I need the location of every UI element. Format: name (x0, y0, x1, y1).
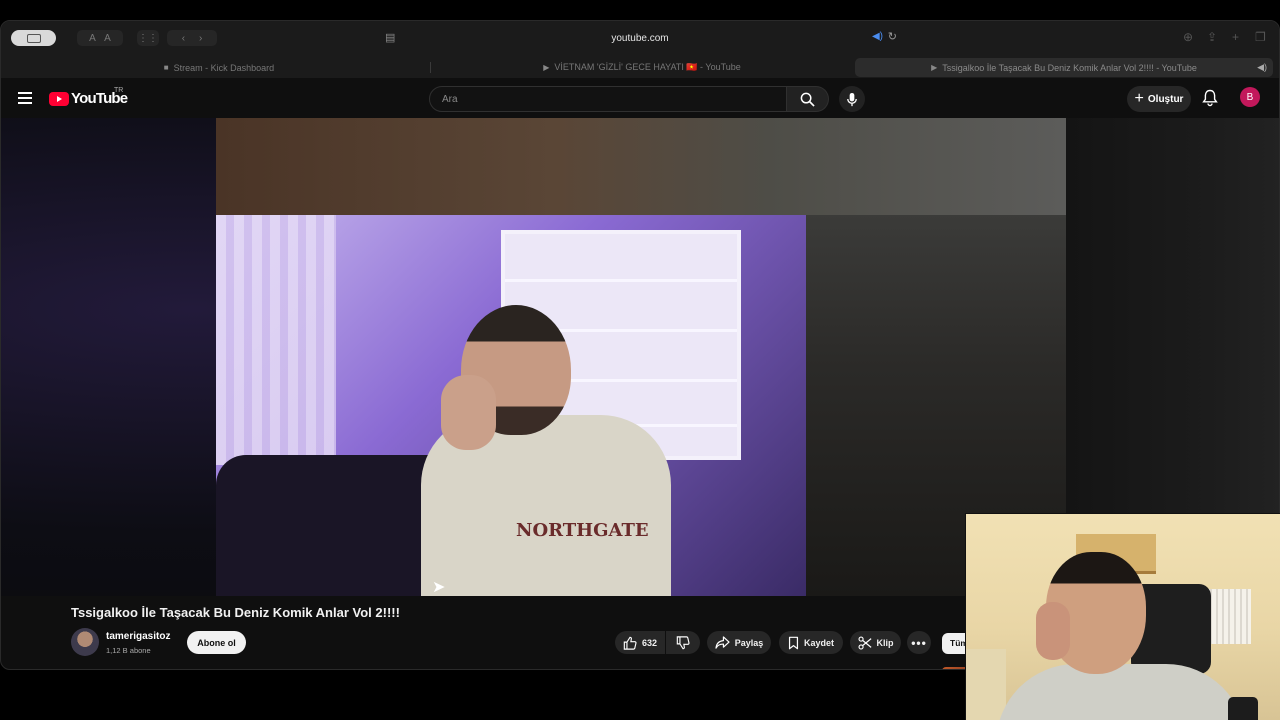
youtube-header: YouTube TR Ara + Oluştur B (1, 78, 1279, 118)
channel-avatar[interactable] (71, 628, 99, 656)
streamer-hand (1036, 602, 1070, 660)
account-avatar[interactable]: B (1240, 87, 1260, 107)
bell-icon (1202, 89, 1218, 107)
more-actions-button[interactable]: ••• (907, 631, 931, 654)
clip-button[interactable]: Klip (850, 631, 901, 654)
share-icon[interactable]: ⇪ (1207, 30, 1217, 44)
clip-label: Klip (876, 637, 894, 648)
notifications-button[interactable] (1202, 89, 1218, 112)
grid-icon: ⋮⋮ (138, 32, 158, 44)
share-label: Paylaş (734, 637, 764, 648)
scissors-icon (857, 635, 871, 650)
video-webcam-overlay: NORTHGATE tamerigasitoz (216, 215, 806, 596)
dislike-button[interactable] (666, 631, 700, 654)
sidebar-toggle-button[interactable] (11, 30, 56, 46)
channel-name[interactable]: tamerigasitoz (106, 631, 170, 642)
plus-icon: + (1134, 90, 1144, 107)
save-label: Kaydet (803, 637, 834, 648)
thumbs-down-icon (676, 635, 690, 649)
back-forward-buttons[interactable]: ‹ › (167, 30, 217, 46)
create-button[interactable]: + Oluştur (1127, 86, 1191, 112)
kick-favicon-icon: ■ (163, 63, 169, 72)
tab-kick-dashboard[interactable]: ■ Stream - Kick Dashboard (9, 58, 429, 77)
wall-corner (966, 649, 1006, 720)
microphone-icon (847, 92, 857, 106)
tab-title: Tssigalkoo İle Taşacak Bu Deniz Komik An… (942, 62, 1197, 73)
search-icon (800, 92, 815, 107)
tab-title: Stream - Kick Dashboard (173, 62, 275, 73)
tabs-overview-icon[interactable]: ❐ (1255, 30, 1266, 44)
subscribe-button[interactable]: Abone ol (187, 631, 246, 654)
country-code: TR (114, 87, 124, 94)
new-tab-icon[interactable]: + (1232, 30, 1239, 44)
reader-icon[interactable]: ▤ (385, 31, 395, 44)
youtube-logo[interactable]: YouTube TR (49, 87, 128, 107)
voice-search-button[interactable] (839, 86, 865, 112)
url-text[interactable]: youtube.com (611, 33, 668, 44)
tab-separator (430, 62, 431, 73)
browser-toolbar: A A ⋮⋮ ‹ › ▤ youtube.com ◀) ↻ ⊕ ⇪ + ❐ (1, 21, 1279, 56)
forward-icon[interactable]: › (199, 33, 202, 44)
reload-icon[interactable]: ↻ (888, 30, 897, 43)
share-button[interactable]: Paylaş (707, 631, 771, 654)
tab-title: VİETNAM 'GİZLİ' GECE HAYATI 🇻🇳 - YouTube (554, 62, 741, 72)
thumbs-up-icon (623, 636, 637, 650)
streamer-body (996, 664, 1246, 720)
mug (1228, 697, 1258, 720)
share-arrow-icon (715, 636, 730, 649)
streamer-webcam-overlay (965, 513, 1280, 720)
more-horizontal-icon: ••• (911, 635, 927, 650)
video-player[interactable]: NORTHGATE tamerigasitoz (216, 118, 1066, 596)
youtube-play-icon (49, 91, 69, 106)
macos-menu-bar (0, 0, 1280, 20)
bookmark-icon (788, 636, 799, 649)
text-size-icon: A A (89, 32, 111, 44)
create-label: Oluştur (1147, 93, 1184, 105)
youtube-favicon-icon: ▶ (543, 63, 550, 72)
text-size-button[interactable]: A A (77, 30, 123, 46)
back-icon[interactable]: ‹ (182, 33, 185, 44)
tab-overview-button[interactable]: ⋮⋮ (137, 30, 159, 46)
curtain (216, 215, 336, 465)
mouse-cursor-icon: ➤ (432, 579, 446, 596)
tab-vietnam-video[interactable]: ▶ VİETNAM 'GİZLİ' GECE HAYATI 🇻🇳 - YouTu… (432, 58, 852, 77)
save-button[interactable]: Kaydet (779, 631, 843, 654)
like-count: 632 (641, 637, 658, 648)
youtube-favicon-icon: ▶ (931, 63, 938, 72)
sidebar-icon (26, 33, 41, 43)
menu-icon[interactable] (18, 92, 32, 104)
audio-playing-icon[interactable]: ◀) (872, 31, 883, 42)
shirt-print: NORTHGATE (516, 520, 649, 541)
tab-bar: ■ Stream - Kick Dashboard ▶ VİETNAM 'GİZ… (1, 56, 1279, 78)
radiator (1206, 589, 1251, 644)
video-frame-top (216, 118, 1066, 215)
download-icon[interactable]: ⊕ (1183, 30, 1193, 44)
tab-current-video[interactable]: ▶ Tssigalkoo İle Taşacak Bu Deniz Komik … (855, 58, 1273, 77)
video-title: Tssigalkoo İle Taşacak Bu Deniz Komik An… (71, 605, 400, 620)
person-hand (441, 375, 496, 450)
like-button[interactable]: 632 (615, 631, 665, 654)
search-button[interactable] (787, 86, 829, 112)
address-bar[interactable]: ▤ youtube.com ◀) ↻ (379, 27, 901, 49)
tab-audio-icon[interactable]: ◀) (1257, 62, 1267, 73)
search-input[interactable]: Ara (429, 86, 787, 112)
subscriber-count: 1,12 B abone (106, 646, 151, 655)
